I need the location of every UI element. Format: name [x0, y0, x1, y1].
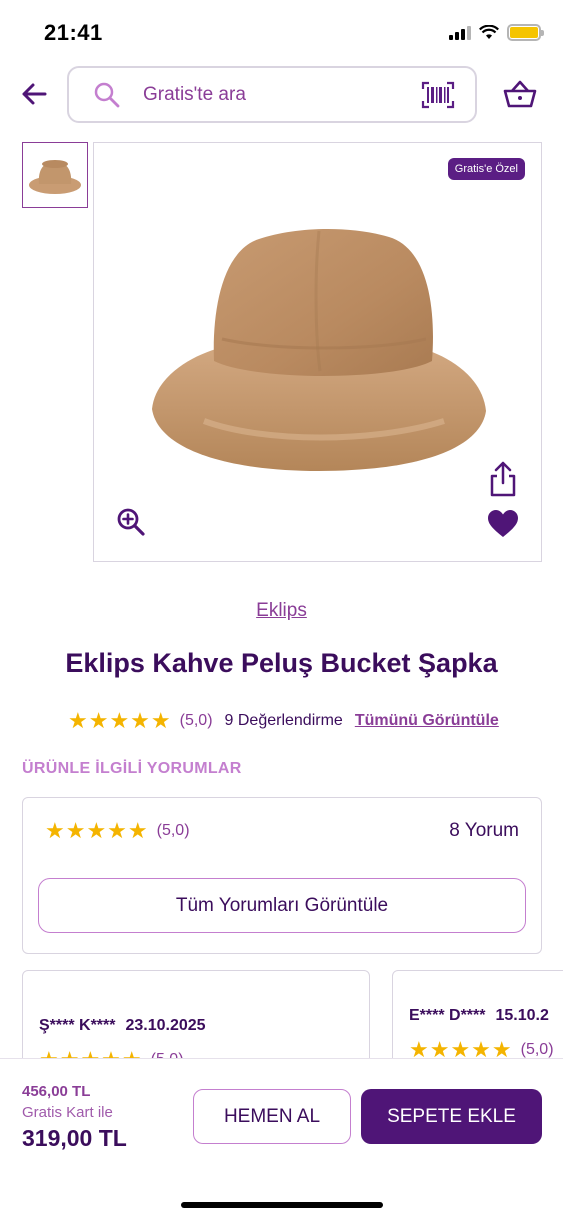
back-arrow-icon[interactable] — [18, 78, 50, 110]
summary-stars-icon: ★★★★★ — [45, 818, 149, 843]
search-icon — [94, 82, 120, 108]
search-input[interactable] — [143, 82, 403, 108]
barcode-scanner-icon[interactable] — [421, 81, 455, 109]
view-all-ratings-link[interactable]: Tümünü Görüntüle — [355, 712, 499, 730]
card-price: 319,00 TL — [22, 1125, 127, 1151]
product-title: Eklips Kahve Peluş Bucket Şapka — [65, 648, 498, 678]
hat-thumbnail-image — [29, 160, 81, 194]
heart-icon[interactable] — [487, 509, 519, 539]
review-count: 8 Yorum — [449, 820, 519, 841]
purchase-bar: 456,00 TL Gratis Kart ile 319,00 TL HEME… — [0, 1058, 563, 1218]
regular-price: 456,00 TL — [22, 1083, 91, 1100]
review-author-line: Ş**** K**** 23.10.2025 — [39, 1017, 206, 1035]
summary-rating-value: (5,0) — [156, 822, 190, 839]
share-icon[interactable] — [489, 461, 517, 497]
review-author: Ş**** K**** — [39, 1017, 116, 1034]
wifi-icon — [479, 25, 499, 39]
review-summary-card: ★★★★★ (5,0) 8 Yorum Tüm Yorumları Görünt… — [22, 797, 542, 954]
summary-rating: ★★★★★ (5,0) — [45, 820, 190, 842]
brand-link[interactable]: Eklips — [0, 600, 563, 622]
basket-icon[interactable] — [503, 78, 537, 110]
zoom-in-icon[interactable] — [116, 507, 146, 537]
view-all-reviews-button[interactable]: Tüm Yorumları Görüntüle — [38, 878, 526, 933]
rating-count: 9 Değerlendirme — [224, 712, 343, 729]
buy-now-button[interactable]: HEMEN AL — [193, 1089, 351, 1144]
battery-icon — [507, 24, 544, 41]
status-icons — [449, 24, 544, 41]
search-box[interactable] — [67, 66, 477, 123]
header — [0, 66, 563, 124]
product-thumbnail[interactable] — [22, 142, 88, 208]
review-date: 15.10.2 — [495, 1007, 549, 1024]
product-image-panel: Gratis'e Özel — [93, 142, 542, 562]
product-hat-image — [152, 228, 486, 471]
review-author: E**** D**** — [409, 1007, 486, 1024]
cellular-signal-icon — [449, 25, 471, 40]
product-rating-row: ★★★★★ (5,0) 9 Değerlendirme Tümünü Görün… — [68, 710, 499, 732]
review-date: 23.10.2025 — [125, 1017, 206, 1034]
add-to-cart-button[interactable]: SEPETE EKLE — [361, 1089, 542, 1144]
status-bar: 21:41 — [0, 0, 563, 62]
card-price-label: Gratis Kart ile — [22, 1104, 113, 1121]
rating-stars-icon: ★★★★★ — [68, 708, 172, 733]
review-rating-value: (5,0) — [520, 1041, 554, 1058]
exclusive-badge: Gratis'e Özel — [447, 158, 525, 180]
reviews-section-title: ÜRÜNLE İLGİLİ YORUMLAR — [22, 760, 242, 777]
rating-value: (5,0) — [179, 712, 213, 729]
home-indicator[interactable] — [181, 1202, 383, 1208]
status-time: 21:41 — [44, 20, 103, 45]
review-author-line: E**** D**** 15.10.2 — [409, 1007, 549, 1025]
